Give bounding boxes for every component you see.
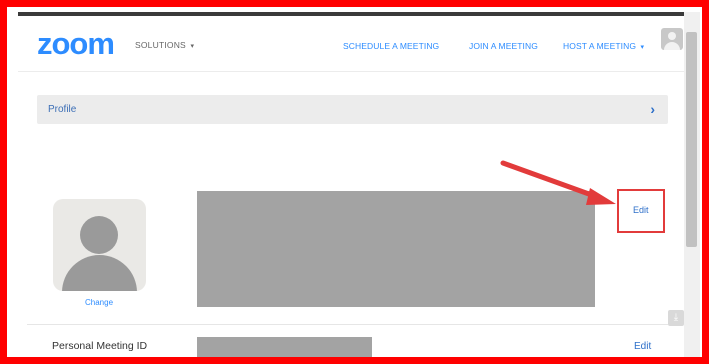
section-divider: [27, 324, 668, 325]
join-meeting-link[interactable]: JOIN A MEETING: [469, 41, 538, 51]
chevron-down-icon: ▾: [640, 44, 645, 51]
avatar-head-shape: [668, 32, 676, 40]
zoom-logo[interactable]: zoom: [37, 28, 115, 59]
edit-meeting-id-link[interactable]: Edit: [634, 341, 651, 352]
profile-section-label: Profile: [48, 104, 77, 115]
profile-section-bar[interactable]: Profile ›: [37, 95, 668, 124]
change-picture-link[interactable]: Change: [85, 298, 113, 307]
host-meeting-menu[interactable]: HOST A MEETING ▾: [563, 41, 644, 51]
edit-profile-link[interactable]: Edit: [633, 205, 649, 215]
download-icon[interactable]: ⤓: [668, 310, 684, 326]
chevron-right-icon[interactable]: ›: [650, 101, 655, 117]
solutions-label: SOLUTIONS: [135, 40, 186, 50]
host-meeting-label: HOST A MEETING: [563, 41, 637, 51]
redacted-meeting-id: [197, 337, 372, 364]
top-navigation: zoom SOLUTIONS ▾ SCHEDULE A MEETING JOIN…: [18, 16, 684, 72]
schedule-meeting-link[interactable]: SCHEDULE A MEETING: [343, 41, 439, 51]
solutions-menu[interactable]: SOLUTIONS ▾: [135, 40, 194, 50]
avatar-head-shape: [80, 216, 118, 254]
redacted-profile-info: [197, 191, 595, 307]
avatar-body-shape: [62, 255, 137, 291]
profile-picture[interactable]: [53, 199, 146, 291]
user-avatar[interactable]: [661, 28, 683, 50]
avatar-body-shape: [664, 42, 680, 50]
personal-meeting-id-label: Personal Meeting ID: [52, 340, 148, 352]
chevron-down-icon: ▾: [190, 43, 195, 50]
scrollbar[interactable]: [684, 12, 700, 364]
scrollbar-thumb[interactable]: [686, 32, 697, 247]
